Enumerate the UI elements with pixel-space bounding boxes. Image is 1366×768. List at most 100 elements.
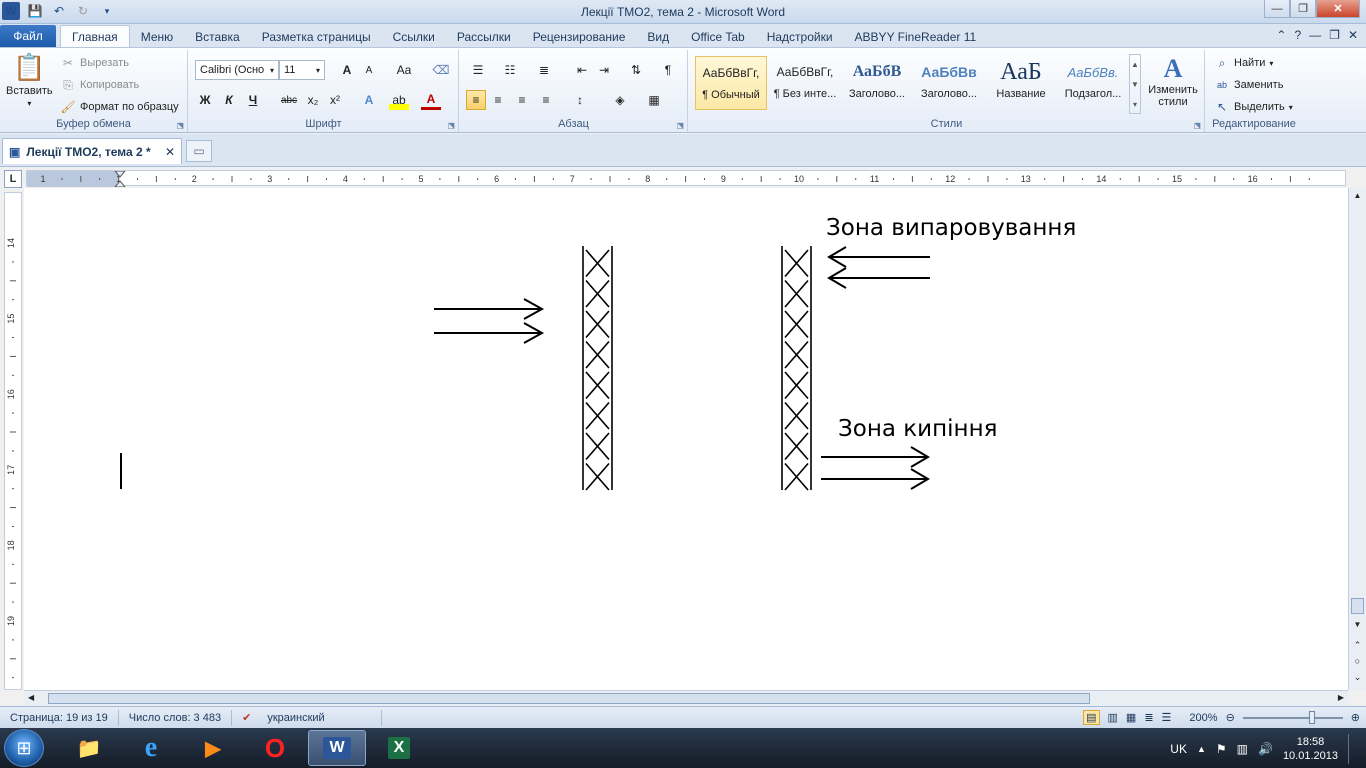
style-normal[interactable]: АаБбВвГг, ¶ Обычный [695, 56, 767, 110]
horizontal-scrollbar[interactable]: ◀ ▶ [24, 690, 1348, 706]
format-painter-button[interactable]: 🖌 Формат по образцу [60, 99, 178, 115]
document-page[interactable]: Зона випаровування Зона кипіння [24, 188, 1348, 690]
minimize-button[interactable]: — [1264, 0, 1290, 18]
sort-icon[interactable]: ⇅ [626, 60, 646, 80]
print-layout-icon[interactable]: ▤ [1083, 710, 1100, 725]
prev-page-icon[interactable]: ⌃ [1349, 640, 1366, 651]
show-desktop-button[interactable] [1348, 734, 1358, 764]
zoom-slider[interactable] [1242, 710, 1343, 724]
bullets-icon[interactable]: ☰ [468, 60, 488, 80]
ie-taskbar-button[interactable]: e [122, 730, 180, 766]
dialog-launcher-icon[interactable]: ⬔ [447, 121, 455, 130]
network-icon[interactable]: ▥ [1237, 742, 1248, 756]
clear-format-icon[interactable]: ⌫ [431, 60, 451, 80]
dialog-launcher-icon[interactable]: ⬔ [676, 121, 684, 130]
word-count[interactable]: Число слов: 3 483 [119, 709, 233, 726]
copy-button[interactable]: ⎘ Копировать [60, 77, 139, 93]
shading-icon[interactable]: ◈ [610, 90, 630, 110]
vertical-scrollbar[interactable]: ▲ ▼ ⌃ ○ ⌄ [1348, 188, 1366, 690]
font-color-icon[interactable]: A [421, 90, 441, 110]
style-heading-2[interactable]: АаБбВв Заголово... [913, 56, 985, 110]
tab-review[interactable]: Рецензирование [522, 25, 637, 48]
media-player-taskbar-button[interactable]: ▶ [184, 730, 242, 766]
dialog-launcher-icon[interactable]: ⬔ [1193, 121, 1201, 130]
superscript-button[interactable]: x² [325, 90, 345, 110]
style-subtitle[interactable]: АаБбВв. Подзагол... [1057, 56, 1129, 110]
shrink-font-button[interactable]: A [359, 60, 379, 80]
scroll-right-icon[interactable]: ▶ [1338, 693, 1344, 702]
horizontal-scroll-thumb[interactable] [48, 693, 1090, 704]
tab-references[interactable]: Ссылки [382, 25, 446, 48]
styles-scroll[interactable]: ▲ ▼ ▾ [1129, 54, 1141, 114]
tab-page-layout[interactable]: Разметка страницы [251, 25, 382, 48]
show-marks-button[interactable]: ¶ [658, 60, 678, 80]
zoom-slider-thumb[interactable] [1308, 710, 1315, 724]
clock[interactable]: 18:58 10.01.2013 [1283, 735, 1338, 763]
vertical-ruler[interactable]: 14 15 16 17 18 19 [4, 192, 22, 690]
grow-font-button[interactable]: A [337, 60, 357, 80]
tab-abbyy[interactable]: ABBYY FineReader 11 [844, 25, 988, 48]
font-size-select[interactable]: 11 ▾ [279, 60, 325, 80]
tray-expand-icon[interactable]: ▲ [1197, 744, 1206, 754]
volume-icon[interactable]: 🔊 [1258, 742, 1273, 756]
align-center-icon[interactable]: ≡ [488, 90, 508, 110]
web-layout-icon[interactable]: ▦ [1126, 711, 1136, 724]
highlight-icon[interactable]: ab [389, 90, 409, 110]
opera-taskbar-button[interactable]: O [246, 730, 304, 766]
next-page-icon[interactable]: ⌄ [1349, 672, 1366, 683]
start-button[interactable]: ⊞ [4, 729, 44, 767]
style-no-spacing[interactable]: АаБбВвГг, ¶ Без инте... [769, 56, 841, 110]
new-tab-button[interactable]: ▭ [186, 140, 212, 162]
tab-home[interactable]: Главная [60, 25, 130, 48]
change-styles-button[interactable]: A Изменить стили [1145, 54, 1201, 108]
zoom-level[interactable]: 200% [1189, 712, 1217, 724]
borders-icon[interactable]: ▦ [644, 90, 664, 110]
excel-taskbar-button[interactable]: X [370, 730, 428, 766]
tab-menu[interactable]: Меню [130, 25, 184, 48]
scroll-down-icon[interactable]: ▼ [1349, 620, 1366, 629]
document-tab[interactable]: ▣ Лекції ТМО2, тема 2 * ✕ [2, 138, 182, 164]
strikethrough-button[interactable]: abc [277, 90, 301, 110]
dialog-launcher-icon[interactable]: ⬔ [176, 121, 184, 130]
tab-close-icon[interactable]: ✕ [165, 145, 175, 159]
justify-icon[interactable]: ≡ [536, 90, 556, 110]
select-button[interactable]: ↖ Выделить ▾ [1214, 99, 1293, 115]
decrease-indent-icon[interactable]: ⇤ [572, 60, 592, 80]
zoom-in-icon[interactable]: ⊕ [1351, 711, 1360, 724]
doc-restore-icon[interactable]: ❐ [1329, 28, 1340, 42]
tab-view[interactable]: Вид [636, 25, 680, 48]
italic-button[interactable]: К [219, 90, 239, 110]
minimize-ribbon-icon[interactable]: ⌃ [1276, 28, 1286, 42]
outline-icon[interactable]: ≣ [1144, 711, 1153, 724]
scroll-up-icon[interactable]: ▲ [1349, 188, 1366, 204]
full-screen-reading-icon[interactable]: ▥ [1108, 711, 1118, 724]
browse-object-icon[interactable]: ○ [1349, 656, 1366, 666]
underline-button[interactable]: Ч [243, 90, 263, 110]
zoom-out-icon[interactable]: ⊖ [1226, 711, 1235, 724]
bold-button[interactable]: Ж [195, 90, 215, 110]
align-left-icon[interactable]: ≡ [466, 90, 486, 110]
maximize-button[interactable]: ❐ [1290, 0, 1316, 18]
word-taskbar-button[interactable]: W [308, 730, 366, 766]
explorer-taskbar-button[interactable]: 📁 [60, 730, 118, 766]
subscript-button[interactable]: x₂ [303, 90, 323, 110]
action-center-icon[interactable]: ⚑ [1216, 742, 1227, 756]
horizontal-ruler[interactable]: 1 1 2 3 4 5 6 7 8 9 10 11 12 13 14 15 16 [26, 170, 1346, 188]
text-effects-icon[interactable]: A [359, 90, 379, 110]
doc-close-icon[interactable]: ✕ [1348, 28, 1358, 42]
page-indicator[interactable]: Страница: 19 из 19 [0, 709, 119, 726]
help-icon[interactable]: ? [1294, 28, 1301, 42]
draft-icon[interactable]: ☰ [1162, 711, 1172, 724]
close-button[interactable]: ✕ [1316, 0, 1360, 18]
replace-button[interactable]: ab Заменить [1214, 77, 1283, 93]
paste-button[interactable]: 📋 Вставить ▾ [6, 52, 53, 108]
find-button[interactable]: ⌕ Найти ▾ [1214, 55, 1274, 71]
align-right-icon[interactable]: ≡ [512, 90, 532, 110]
multilevel-list-icon[interactable]: ≣ [534, 60, 554, 80]
cut-button[interactable]: ✂ Вырезать [60, 55, 129, 71]
increase-indent-icon[interactable]: ⇥ [594, 60, 614, 80]
line-spacing-icon[interactable]: ↕ [570, 90, 590, 110]
tab-selector[interactable]: L [4, 170, 22, 188]
numbering-icon[interactable]: ☷ [500, 60, 520, 80]
tab-office-tab[interactable]: Office Tab [680, 25, 756, 48]
